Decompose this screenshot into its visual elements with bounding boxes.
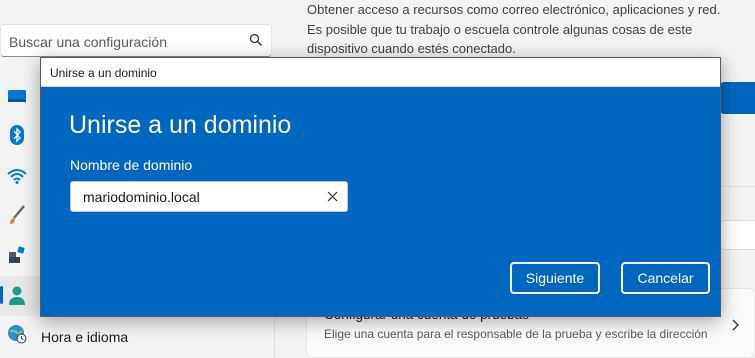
sidebar-item-label: Hora e idioma: [41, 329, 129, 345]
domain-name-value: mariodominio.local: [83, 189, 200, 205]
search-icon[interactable]: [249, 33, 263, 47]
cancel-button[interactable]: Cancelar: [621, 262, 710, 294]
nav-selection-indicator: [0, 286, 3, 304]
dialog-window-title: Unirse a un dominio: [50, 66, 157, 80]
info-line: dispositivo cuando estés conectado.: [307, 41, 516, 56]
domain-name-input[interactable]: mariodominio.local: [70, 181, 348, 212]
info-line: Obtener acceso a recursos como correo el…: [307, 2, 721, 17]
card-subtitle: Elige una cuenta para el responsable de …: [324, 327, 708, 341]
divider: [720, 186, 755, 187]
right-text-field[interactable]: [720, 220, 755, 250]
apps-icon: [9, 246, 25, 263]
bluetooth-icon: [10, 125, 24, 145]
sidebar-item-display[interactable]: [6, 85, 28, 107]
brush-icon: [10, 205, 25, 224]
sidebar-item-accounts[interactable]: [6, 285, 28, 307]
globe-clock-icon: [8, 325, 27, 344]
join-domain-dialog: Unirse a un dominio Unirse a un dominio …: [40, 57, 721, 317]
sidebar-item-time-language[interactable]: [6, 323, 28, 345]
add-account-button[interactable]: [720, 82, 755, 114]
sidebar-item-apps[interactable]: [6, 244, 28, 266]
domain-name-label: Nombre de dominio: [70, 157, 193, 173]
sidebar-item-network[interactable]: [6, 165, 28, 187]
sidebar-item-personalization[interactable]: [6, 204, 28, 226]
wifi-icon: [7, 169, 27, 184]
dialog-titlebar[interactable]: Unirse a un dominio: [41, 58, 720, 87]
close-icon[interactable]: [327, 191, 338, 202]
display-icon: [8, 90, 26, 102]
info-text: Obtener acceso a recursos como correo el…: [307, 0, 747, 59]
info-line: Es posible que tu trabajo o escuela cont…: [307, 21, 693, 37]
next-button[interactable]: Siguiente: [510, 262, 600, 294]
search-placeholder: Buscar una configuración: [9, 34, 167, 50]
dialog-heading: Unirse a un dominio: [69, 111, 292, 139]
sidebar-item-bluetooth[interactable]: [6, 124, 28, 146]
chevron-right-icon: [732, 319, 739, 331]
settings-search-input[interactable]: Buscar una configuración: [0, 24, 272, 57]
account-icon: [9, 286, 25, 305]
